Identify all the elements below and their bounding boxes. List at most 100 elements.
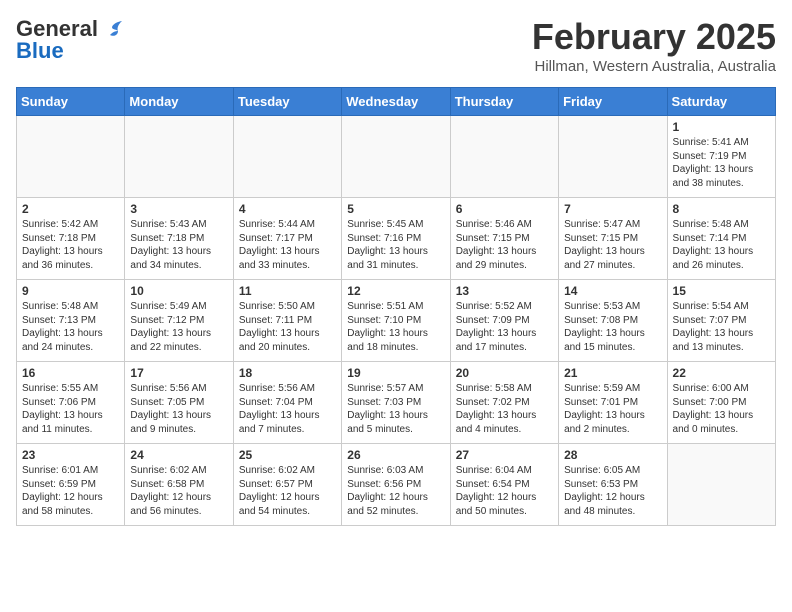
calendar-cell: 21 Sunrise: 5:59 AM Sunset: 7:01 PM Dayli… — [559, 362, 667, 444]
day-info: Sunrise: 5:50 AM Sunset: 7:11 PM Dayligh… — [239, 300, 336, 354]
day-info: Sunrise: 6:01 AM Sunset: 6:59 PM Dayligh… — [22, 464, 119, 518]
calendar-cell — [450, 116, 558, 198]
logo-bird-icon — [102, 19, 124, 39]
day-number: 22 — [673, 366, 770, 380]
day-number: 23 — [22, 448, 119, 462]
calendar-cell — [342, 116, 450, 198]
day-info: Sunrise: 5:46 AM Sunset: 7:15 PM Dayligh… — [456, 218, 553, 272]
location-text: Hillman, Western Australia, Australia — [532, 58, 776, 75]
day-info: Sunrise: 5:53 AM Sunset: 7:08 PM Dayligh… — [564, 300, 661, 354]
day-number: 17 — [130, 366, 227, 380]
calendar-cell: 4 Sunrise: 5:44 AM Sunset: 7:17 PM Daylig… — [233, 198, 341, 280]
calendar-cell: 25Sunrise: 6:02 AM Sunset: 6:57 PM Dayli… — [233, 444, 341, 526]
calendar-week-row: 16Sunrise: 5:55 AM Sunset: 7:06 PM Dayli… — [17, 362, 776, 444]
calendar-cell: 28 Sunrise: 6:05 AM Sunset: 6:53 PM Dayli… — [559, 444, 667, 526]
day-info: Sunrise: 5:42 AM Sunset: 7:18 PM Dayligh… — [22, 218, 119, 272]
calendar-cell: 22 Sunrise: 6:00 AM Sunset: 7:00 PM Dayli… — [667, 362, 775, 444]
day-number: 1 — [673, 120, 770, 134]
day-info: Sunrise: 6:02 AM Sunset: 6:57 PM Dayligh… — [239, 464, 336, 518]
day-of-week-header: Friday — [559, 88, 667, 116]
day-number: 12 — [347, 284, 444, 298]
calendar-cell: 14 Sunrise: 5:53 AM Sunset: 7:08 PM Dayli… — [559, 280, 667, 362]
calendar-cell: 10Sunrise: 5:49 AM Sunset: 7:12 PM Dayli… — [125, 280, 233, 362]
day-info: Sunrise: 5:56 AM Sunset: 7:04 PM Dayligh… — [239, 382, 336, 436]
logo: General Blue — [16, 16, 124, 64]
day-info: Sunrise: 5:51 AM Sunset: 7:10 PM Dayligh… — [347, 300, 444, 354]
day-number: 13 — [456, 284, 553, 298]
calendar-cell: 8 Sunrise: 5:48 AM Sunset: 7:14 PM Daylig… — [667, 198, 775, 280]
day-number: 6 — [456, 202, 553, 216]
calendar-cell — [233, 116, 341, 198]
calendar-cell: 15 Sunrise: 5:54 AM Sunset: 7:07 PM Dayli… — [667, 280, 775, 362]
calendar-cell: 16Sunrise: 5:55 AM Sunset: 7:06 PM Dayli… — [17, 362, 125, 444]
calendar-cell — [667, 444, 775, 526]
calendar-week-row: 23 Sunrise: 6:01 AM Sunset: 6:59 PM Dayli… — [17, 444, 776, 526]
day-info: Sunrise: 5:57 AM Sunset: 7:03 PM Dayligh… — [347, 382, 444, 436]
day-number: 2 — [22, 202, 119, 216]
calendar-cell: 24 Sunrise: 6:02 AM Sunset: 6:58 PM Dayli… — [125, 444, 233, 526]
day-number: 19 — [347, 366, 444, 380]
day-of-week-header: Wednesday — [342, 88, 450, 116]
day-number: 14 — [564, 284, 661, 298]
day-number: 27 — [456, 448, 553, 462]
calendar-week-row: 1 Sunrise: 5:41 AM Sunset: 7:19 PM Daylig… — [17, 116, 776, 198]
title-block: February 2025 Hillman, Western Australia… — [532, 16, 776, 75]
calendar-cell: 19 Sunrise: 5:57 AM Sunset: 7:03 PM Dayli… — [342, 362, 450, 444]
calendar-cell: 7 Sunrise: 5:47 AM Sunset: 7:15 PM Daylig… — [559, 198, 667, 280]
day-of-week-header: Thursday — [450, 88, 558, 116]
day-number: 24 — [130, 448, 227, 462]
day-number: 11 — [239, 284, 336, 298]
day-number: 21 — [564, 366, 661, 380]
day-info: Sunrise: 5:49 AM Sunset: 7:12 PM Dayligh… — [130, 300, 227, 354]
day-number: 18 — [239, 366, 336, 380]
day-number: 28 — [564, 448, 661, 462]
day-info: Sunrise: 6:05 AM Sunset: 6:53 PM Dayligh… — [564, 464, 661, 518]
day-info: Sunrise: 5:44 AM Sunset: 7:17 PM Dayligh… — [239, 218, 336, 272]
calendar-cell: 27Sunrise: 6:04 AM Sunset: 6:54 PM Dayli… — [450, 444, 558, 526]
calendar-cell: 17 Sunrise: 5:56 AM Sunset: 7:05 PM Dayli… — [125, 362, 233, 444]
calendar-header: SundayMondayTuesdayWednesdayThursdayFrid… — [17, 88, 776, 116]
day-number: 15 — [673, 284, 770, 298]
day-number: 9 — [22, 284, 119, 298]
calendar-cell: 5 Sunrise: 5:45 AM Sunset: 7:16 PM Daylig… — [342, 198, 450, 280]
day-info: Sunrise: 6:03 AM Sunset: 6:56 PM Dayligh… — [347, 464, 444, 518]
calendar-cell: 3 Sunrise: 5:43 AM Sunset: 7:18 PM Daylig… — [125, 198, 233, 280]
day-info: Sunrise: 5:47 AM Sunset: 7:15 PM Dayligh… — [564, 218, 661, 272]
day-number: 4 — [239, 202, 336, 216]
calendar-cell — [17, 116, 125, 198]
calendar-cell — [125, 116, 233, 198]
calendar-cell: 9Sunrise: 5:48 AM Sunset: 7:13 PM Daylig… — [17, 280, 125, 362]
calendar-cell: 13Sunrise: 5:52 AM Sunset: 7:09 PM Dayli… — [450, 280, 558, 362]
day-info: Sunrise: 5:41 AM Sunset: 7:19 PM Dayligh… — [673, 136, 770, 190]
calendar-cell: 6 Sunrise: 5:46 AM Sunset: 7:15 PM Daylig… — [450, 198, 558, 280]
day-of-week-header: Tuesday — [233, 88, 341, 116]
day-of-week-header: Monday — [125, 88, 233, 116]
logo-blue-text: Blue — [16, 38, 64, 64]
day-number: 16 — [22, 366, 119, 380]
day-info: Sunrise: 5:48 AM Sunset: 7:14 PM Dayligh… — [673, 218, 770, 272]
calendar-cell: 18 Sunrise: 5:56 AM Sunset: 7:04 PM Dayli… — [233, 362, 341, 444]
day-number: 7 — [564, 202, 661, 216]
calendar-cell — [559, 116, 667, 198]
calendar-cell: 11 Sunrise: 5:50 AM Sunset: 7:11 PM Dayli… — [233, 280, 341, 362]
day-number: 26 — [347, 448, 444, 462]
calendar-week-row: 2 Sunrise: 5:42 AM Sunset: 7:18 PM Daylig… — [17, 198, 776, 280]
day-of-week-header: Saturday — [667, 88, 775, 116]
calendar-cell: 12 Sunrise: 5:51 AM Sunset: 7:10 PM Dayli… — [342, 280, 450, 362]
calendar-week-row: 9Sunrise: 5:48 AM Sunset: 7:13 PM Daylig… — [17, 280, 776, 362]
day-number: 5 — [347, 202, 444, 216]
day-info: Sunrise: 6:00 AM Sunset: 7:00 PM Dayligh… — [673, 382, 770, 436]
day-info: Sunrise: 5:43 AM Sunset: 7:18 PM Dayligh… — [130, 218, 227, 272]
day-info: Sunrise: 5:58 AM Sunset: 7:02 PM Dayligh… — [456, 382, 553, 436]
day-info: Sunrise: 5:56 AM Sunset: 7:05 PM Dayligh… — [130, 382, 227, 436]
calendar-cell: 20Sunrise: 5:58 AM Sunset: 7:02 PM Dayli… — [450, 362, 558, 444]
calendar-cell: 23 Sunrise: 6:01 AM Sunset: 6:59 PM Dayli… — [17, 444, 125, 526]
calendar-table: SundayMondayTuesdayWednesdayThursdayFrid… — [16, 87, 776, 526]
day-info: Sunrise: 6:02 AM Sunset: 6:58 PM Dayligh… — [130, 464, 227, 518]
day-number: 8 — [673, 202, 770, 216]
day-info: Sunrise: 5:45 AM Sunset: 7:16 PM Dayligh… — [347, 218, 444, 272]
day-info: Sunrise: 5:59 AM Sunset: 7:01 PM Dayligh… — [564, 382, 661, 436]
calendar-cell: 1 Sunrise: 5:41 AM Sunset: 7:19 PM Daylig… — [667, 116, 775, 198]
day-info: Sunrise: 5:54 AM Sunset: 7:07 PM Dayligh… — [673, 300, 770, 354]
day-number: 3 — [130, 202, 227, 216]
